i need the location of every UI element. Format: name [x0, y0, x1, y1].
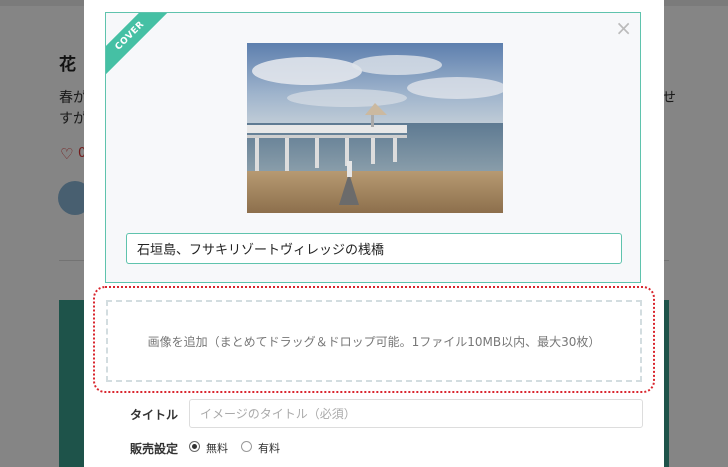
- cover-badge: COVER: [106, 13, 173, 79]
- image-caption-input[interactable]: [126, 233, 622, 264]
- radio-paid[interactable]: [241, 441, 252, 452]
- title-input[interactable]: [189, 399, 643, 428]
- image-dropzone[interactable]: 画像を追加（まとめてドラッグ＆ドロップ可能。1ファイル10MB以内、最大30枚）: [106, 300, 642, 382]
- radio-free-label[interactable]: 無料: [206, 440, 228, 456]
- image-upload-modal: COVER × 石垣島、フサキリゾートヴィレッジの桟橋 画像を追加（まとめてドラ…: [84, 0, 664, 467]
- title-label: タイトル: [130, 408, 179, 422]
- cover-photo: [247, 43, 503, 213]
- sale-setting-label: 販売設定: [130, 442, 179, 456]
- radio-paid-label[interactable]: 有料: [258, 440, 280, 456]
- cover-image-card: COVER ×: [105, 12, 641, 283]
- dropzone-text: 画像を追加（まとめてドラッグ＆ドロップ可能。1ファイル10MB以内、最大30枚）: [147, 334, 601, 349]
- radio-free[interactable]: [189, 441, 200, 452]
- close-icon[interactable]: ×: [615, 17, 632, 39]
